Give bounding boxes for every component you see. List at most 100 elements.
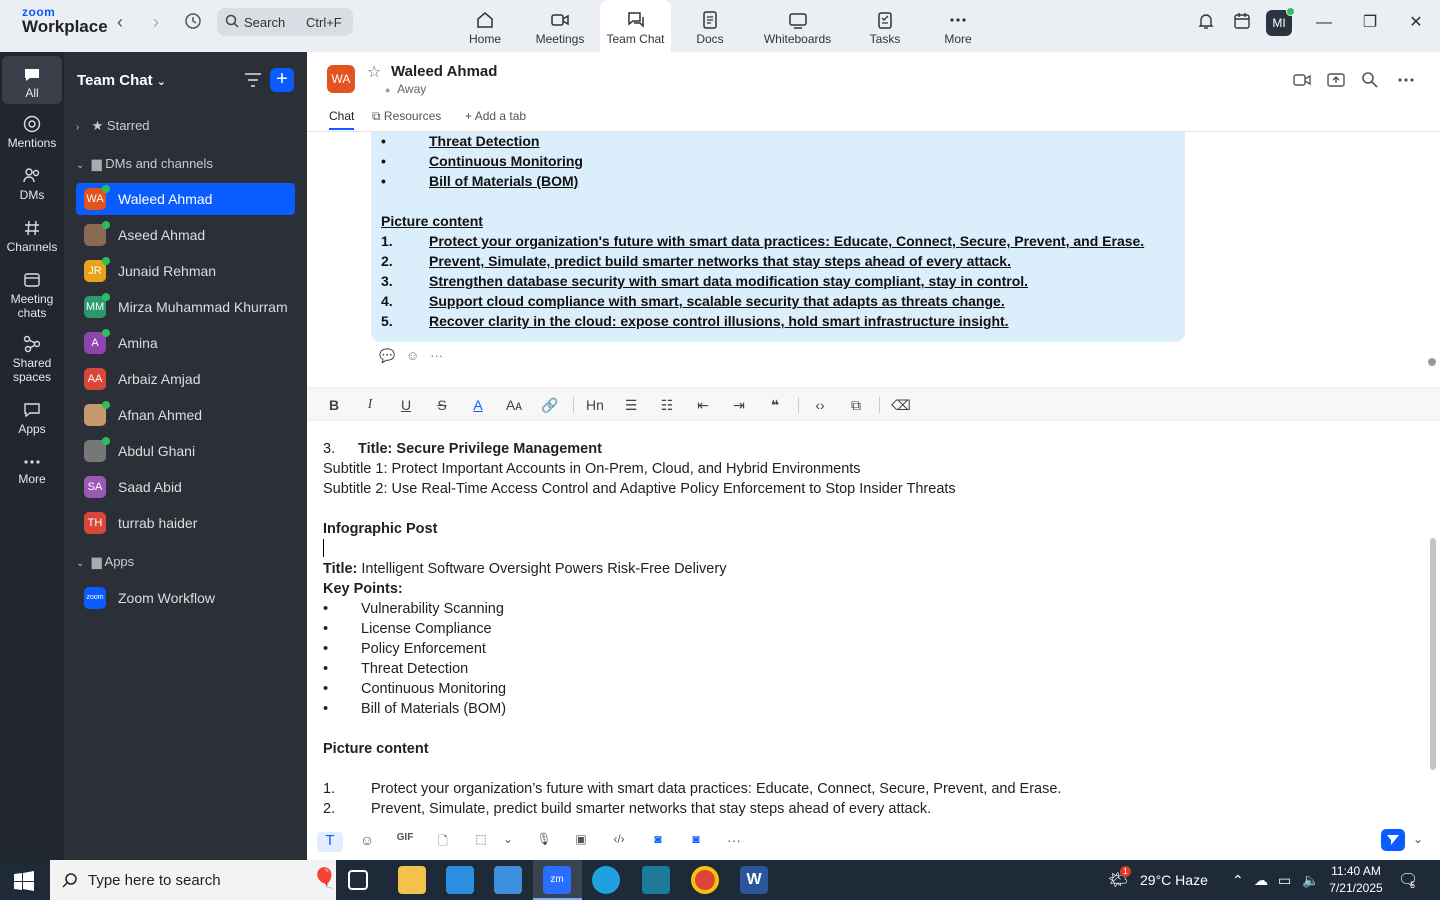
contact-item[interactable]: Aseed Ahmad [76, 219, 295, 251]
clear-format-icon[interactable]: ⌫ [890, 394, 912, 416]
add-button[interactable]: + [270, 68, 294, 92]
strikethrough-icon[interactable]: S [431, 394, 453, 416]
tab-team-chat[interactable]: Team Chat [600, 0, 671, 52]
contact-item[interactable]: A Amina [76, 327, 295, 359]
tab-docs[interactable]: Docs [692, 0, 728, 52]
numbered-list-icon[interactable]: ☷ [656, 394, 678, 416]
contact-item[interactable]: JR Junaid Rehman [76, 255, 295, 287]
reply-icon[interactable]: 💬 [379, 348, 395, 363]
contact-item[interactable]: Afnan Ahmed [76, 399, 295, 431]
file-icon[interactable]: 🗋 [432, 832, 454, 852]
text-format-icon[interactable]: T [317, 832, 343, 852]
tab-home[interactable]: Home [462, 0, 508, 52]
more-options-icon[interactable] [1396, 70, 1416, 90]
minimize-icon[interactable]: — [1312, 12, 1336, 34]
contact-avatar[interactable]: WA [327, 65, 355, 93]
message-editor[interactable]: 3. Title: Secure Privilege Management Sub… [307, 421, 1427, 823]
bulleted-list-icon[interactable]: ☰ [620, 394, 642, 416]
chevron-down-icon[interactable]: ⌄ [497, 832, 519, 852]
profile-avatar[interactable]: MI [1266, 7, 1295, 36]
contact-item[interactable]: Abdul Ghani [76, 435, 295, 467]
history-icon[interactable] [183, 12, 203, 32]
rail-more[interactable]: More [2, 454, 62, 486]
outdent-icon[interactable]: ⇤ [692, 394, 714, 416]
rail-shared-spaces[interactable]: Shared spaces [2, 334, 62, 384]
contact-item[interactable]: TH turrab haider [76, 507, 295, 539]
notification-icon[interactable]: 🗨 [1398, 870, 1418, 890]
tab-tasks[interactable]: Tasks [866, 0, 904, 52]
tab-meetings[interactable]: Meetings [530, 0, 590, 52]
editor-scrollbar[interactable] [1430, 538, 1436, 770]
tab-more[interactable]: More [940, 0, 976, 52]
contact-name[interactable]: Waleed Ahmad [391, 63, 497, 80]
send-button[interactable] [1381, 829, 1405, 851]
task-view-icon[interactable] [348, 870, 368, 890]
word-icon[interactable]: W [740, 866, 768, 894]
network-icon[interactable]: ▭ [1278, 872, 1291, 889]
edge-icon[interactable] [592, 866, 620, 894]
star-icon[interactable]: ☆ [367, 62, 381, 82]
code-snippet-icon[interactable]: ‹/› [608, 832, 630, 852]
scrollbar-thumb[interactable] [1428, 358, 1436, 366]
message-bubble[interactable]: • Threat Detection • Continuous Monitoring… [371, 132, 1185, 342]
filter-icon[interactable] [244, 72, 262, 88]
link-icon[interactable]: 🔗 [539, 394, 561, 416]
file-explorer-icon[interactable] [398, 866, 426, 894]
app-zoom-workflow[interactable]: zoom Zoom Workflow [76, 582, 295, 614]
search-icon[interactable] [1360, 70, 1380, 90]
code-block-icon[interactable]: ⧉ [845, 394, 867, 416]
video-call-icon[interactable] [1292, 70, 1312, 90]
section-starred[interactable]: › ★ Starred [76, 118, 150, 134]
font-color-icon[interactable]: A [467, 394, 489, 416]
more-icon[interactable]: ··· [723, 832, 745, 852]
chrome-icon[interactable] [691, 866, 719, 894]
italic-icon[interactable]: I [359, 394, 381, 416]
forward-arrow-icon[interactable]: › [146, 12, 166, 32]
more-actions-icon[interactable]: ··· [430, 348, 443, 363]
font-size-icon[interactable]: Aᴀ [503, 394, 525, 416]
contact-item[interactable]: AA Arbaiz Amjad [76, 363, 295, 395]
tab-add-a-tab[interactable]: + Add a tab [465, 109, 526, 123]
weather-text[interactable]: 29°C Haze [1140, 872, 1208, 888]
windows-start-icon[interactable] [14, 871, 34, 891]
panel-title[interactable]: Team Chat ⌄ [77, 72, 166, 89]
bell-icon[interactable] [1194, 12, 1218, 34]
send-options-chevron-icon[interactable]: ⌄ [1407, 832, 1429, 852]
rail-apps[interactable]: Apps [2, 400, 62, 436]
rail-all[interactable]: All [2, 56, 62, 104]
screenshot-icon[interactable]: ⬚ [470, 832, 492, 852]
video-message-icon[interactable]: ▣ [570, 832, 592, 852]
contact-item[interactable]: WA Waleed Ahmad [76, 183, 295, 215]
code-icon[interactable]: ‹› [809, 394, 831, 416]
section-dms-channels[interactable]: ⌄ ▆ DMs and channels [76, 156, 213, 172]
volume-icon[interactable]: 🔈 [1302, 872, 1319, 889]
clock[interactable]: 11:40 AM 7/21/2025 [1328, 864, 1384, 895]
gif-icon[interactable]: GIF [394, 832, 416, 852]
app-icon[interactable] [642, 866, 670, 894]
close-icon[interactable]: ✕ [1404, 12, 1428, 34]
emoji-icon[interactable]: ☺ [356, 832, 378, 852]
microphone-icon[interactable]: 🎙 [533, 832, 555, 852]
onedrive-icon[interactable]: ☁ [1254, 872, 1268, 889]
tab-resources[interactable]: ⧉ Resources [372, 109, 441, 124]
rail-meeting-chats[interactable]: Meeting chats [2, 270, 62, 320]
contact-item[interactable]: MM Mirza Muhammad Khurram [76, 291, 295, 323]
quote-icon[interactable]: ❝ [764, 394, 786, 416]
back-arrow-icon[interactable]: ‹ [110, 12, 130, 32]
restore-icon[interactable]: ❐ [1358, 12, 1382, 34]
emoji-reaction-icon[interactable]: ☺ [406, 348, 419, 363]
zoom-app-icon[interactable]: ◙ [647, 832, 669, 852]
store-icon[interactable] [446, 866, 474, 894]
section-apps[interactable]: ⌄ ▆ Apps [76, 554, 134, 570]
tab-whiteboards[interactable]: Whiteboards [760, 0, 835, 52]
mail-icon[interactable] [494, 866, 522, 894]
zoom-app-icon-2[interactable]: ◙ [685, 832, 707, 852]
taskbar-search[interactable]: Type here to search 🎈 [50, 860, 337, 900]
indent-icon[interactable]: ⇥ [728, 394, 750, 416]
contact-item[interactable]: SA Saad Abid [76, 471, 295, 503]
bold-icon[interactable]: B [323, 394, 345, 416]
share-screen-icon[interactable] [1326, 70, 1346, 90]
heading-icon[interactable]: Hn [584, 394, 606, 416]
rail-mentions[interactable]: Mentions [2, 114, 62, 150]
rail-channels[interactable]: Channels [2, 218, 62, 254]
